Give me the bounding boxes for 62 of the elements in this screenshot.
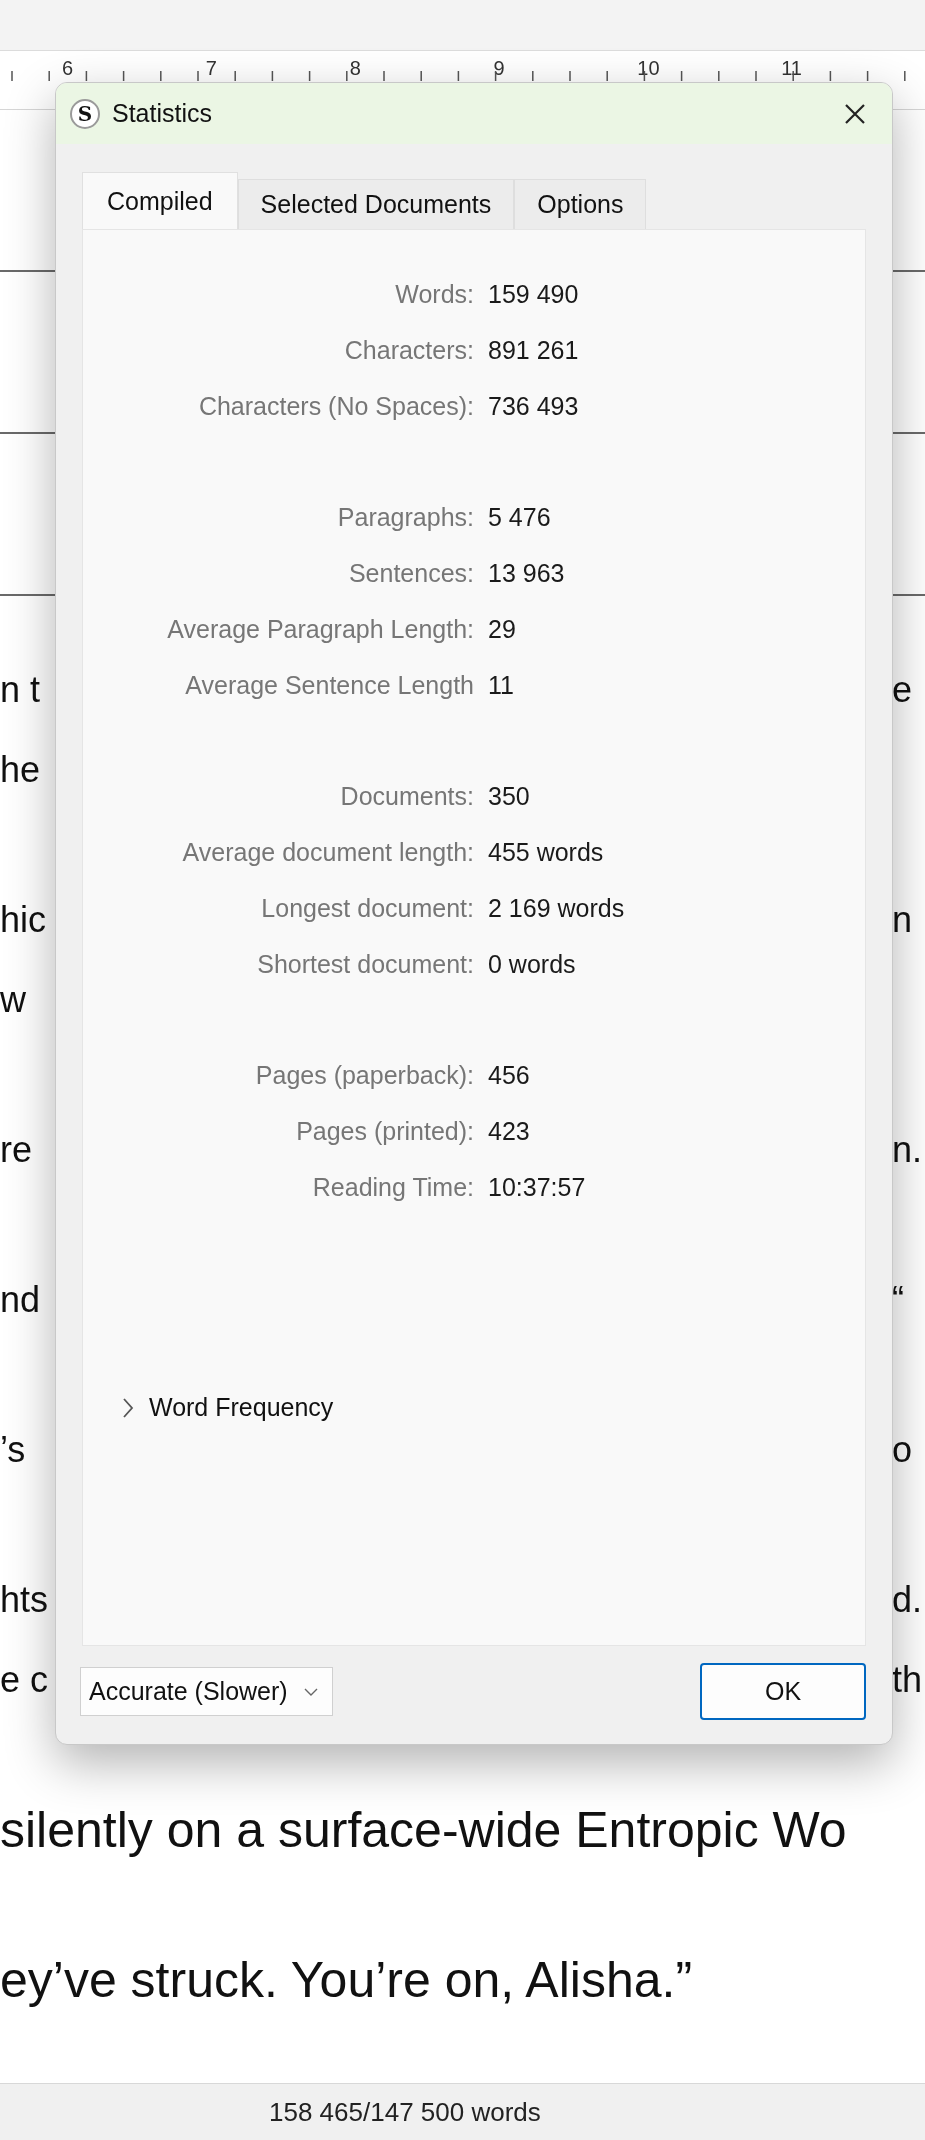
tab[interactable]: Compiled	[82, 172, 238, 229]
document-text-fragment: n.	[892, 1129, 923, 1170]
stat-label: Shortest document:	[256, 949, 474, 979]
stat-label: Documents:	[339, 781, 474, 811]
stat-value: 736 493	[488, 391, 580, 421]
stat-label: Longest document:	[260, 893, 474, 923]
document-text-fragment: re	[0, 1129, 32, 1170]
ruler-number: 8	[349, 57, 361, 79]
document-text-fragment: d.	[892, 1579, 923, 1620]
document-text-fragment: n	[892, 899, 913, 940]
stat-label: Characters:	[343, 335, 474, 365]
document-text-fragment: w	[0, 979, 26, 1020]
caret-icon	[303, 1686, 318, 1697]
stat-value: 159 490	[488, 279, 580, 309]
ruler-number: 6	[62, 57, 74, 79]
stat-value: 350	[488, 781, 531, 811]
word-count: 158 465/147 500 words	[269, 2096, 541, 2128]
stat-label: Average document length:	[181, 837, 474, 867]
document-text-fragment: e	[892, 669, 913, 710]
ruler-number: 10	[637, 57, 660, 79]
document-text-fragment: th	[892, 1659, 923, 1700]
stat-label: Words:	[394, 279, 474, 309]
mode-dropdown[interactable]: Accurate (Slower)	[80, 1667, 333, 1716]
stat-value: 5 476	[488, 502, 552, 532]
document-text-fragment: ’s	[0, 1429, 26, 1470]
document-text-fragment: hts	[0, 1579, 49, 1620]
word-frequency-expander[interactable]: Word Frequency	[121, 1393, 334, 1422]
document-text-fragment: n t	[0, 669, 41, 710]
document-text-fragment: nd	[0, 1279, 41, 1320]
stat-value: 10:37:57	[488, 1172, 587, 1202]
ok-button[interactable]: OK	[700, 1663, 866, 1720]
document-text-fragment: e c	[0, 1659, 49, 1700]
stat-value: 13 963	[488, 558, 566, 588]
window-title: Statistics	[112, 99, 214, 128]
tab[interactable]: Options	[514, 179, 647, 229]
tab[interactable]: Selected Documents	[237, 179, 515, 229]
stat-label: Sentences:	[347, 558, 474, 588]
app-logo-icon: S	[70, 98, 100, 129]
stat-value: 29	[488, 614, 517, 644]
stat-value: 423	[488, 1116, 531, 1146]
stat-value: 456	[488, 1060, 531, 1090]
document-text-fragment: he	[0, 749, 41, 790]
stat-label: Pages (printed):	[295, 1116, 474, 1146]
stat-label: Paragraphs:	[336, 502, 474, 532]
document-text-line: ey’ve struck. You’re on, Alisha.”	[0, 1951, 693, 2009]
document-text-fragment: hic	[0, 899, 47, 940]
document-text-fragment: o	[892, 1429, 913, 1470]
stat-label: Reading Time:	[311, 1172, 474, 1202]
document-text-fragment: “	[892, 1279, 904, 1320]
stat-label: Average Paragraph Length:	[166, 614, 474, 644]
stat-value: 455 words	[488, 837, 605, 867]
stat-value: 0 words	[488, 949, 577, 979]
stat-label: Average Sentence Length	[184, 670, 474, 700]
stat-value: 11	[488, 670, 515, 700]
document-text-line: silently on a surface-wide Entropic Wo	[0, 1801, 847, 1859]
stat-value: 891 261	[488, 335, 580, 365]
stat-value: 2 169 words	[488, 893, 626, 923]
ruler-number: 11	[781, 57, 802, 79]
stat-label: Characters (No Spaces):	[197, 391, 474, 421]
ruler-number: 7	[205, 57, 217, 79]
ruler-number: 9	[493, 57, 505, 79]
stat-label: Pages (paperback):	[254, 1060, 474, 1090]
